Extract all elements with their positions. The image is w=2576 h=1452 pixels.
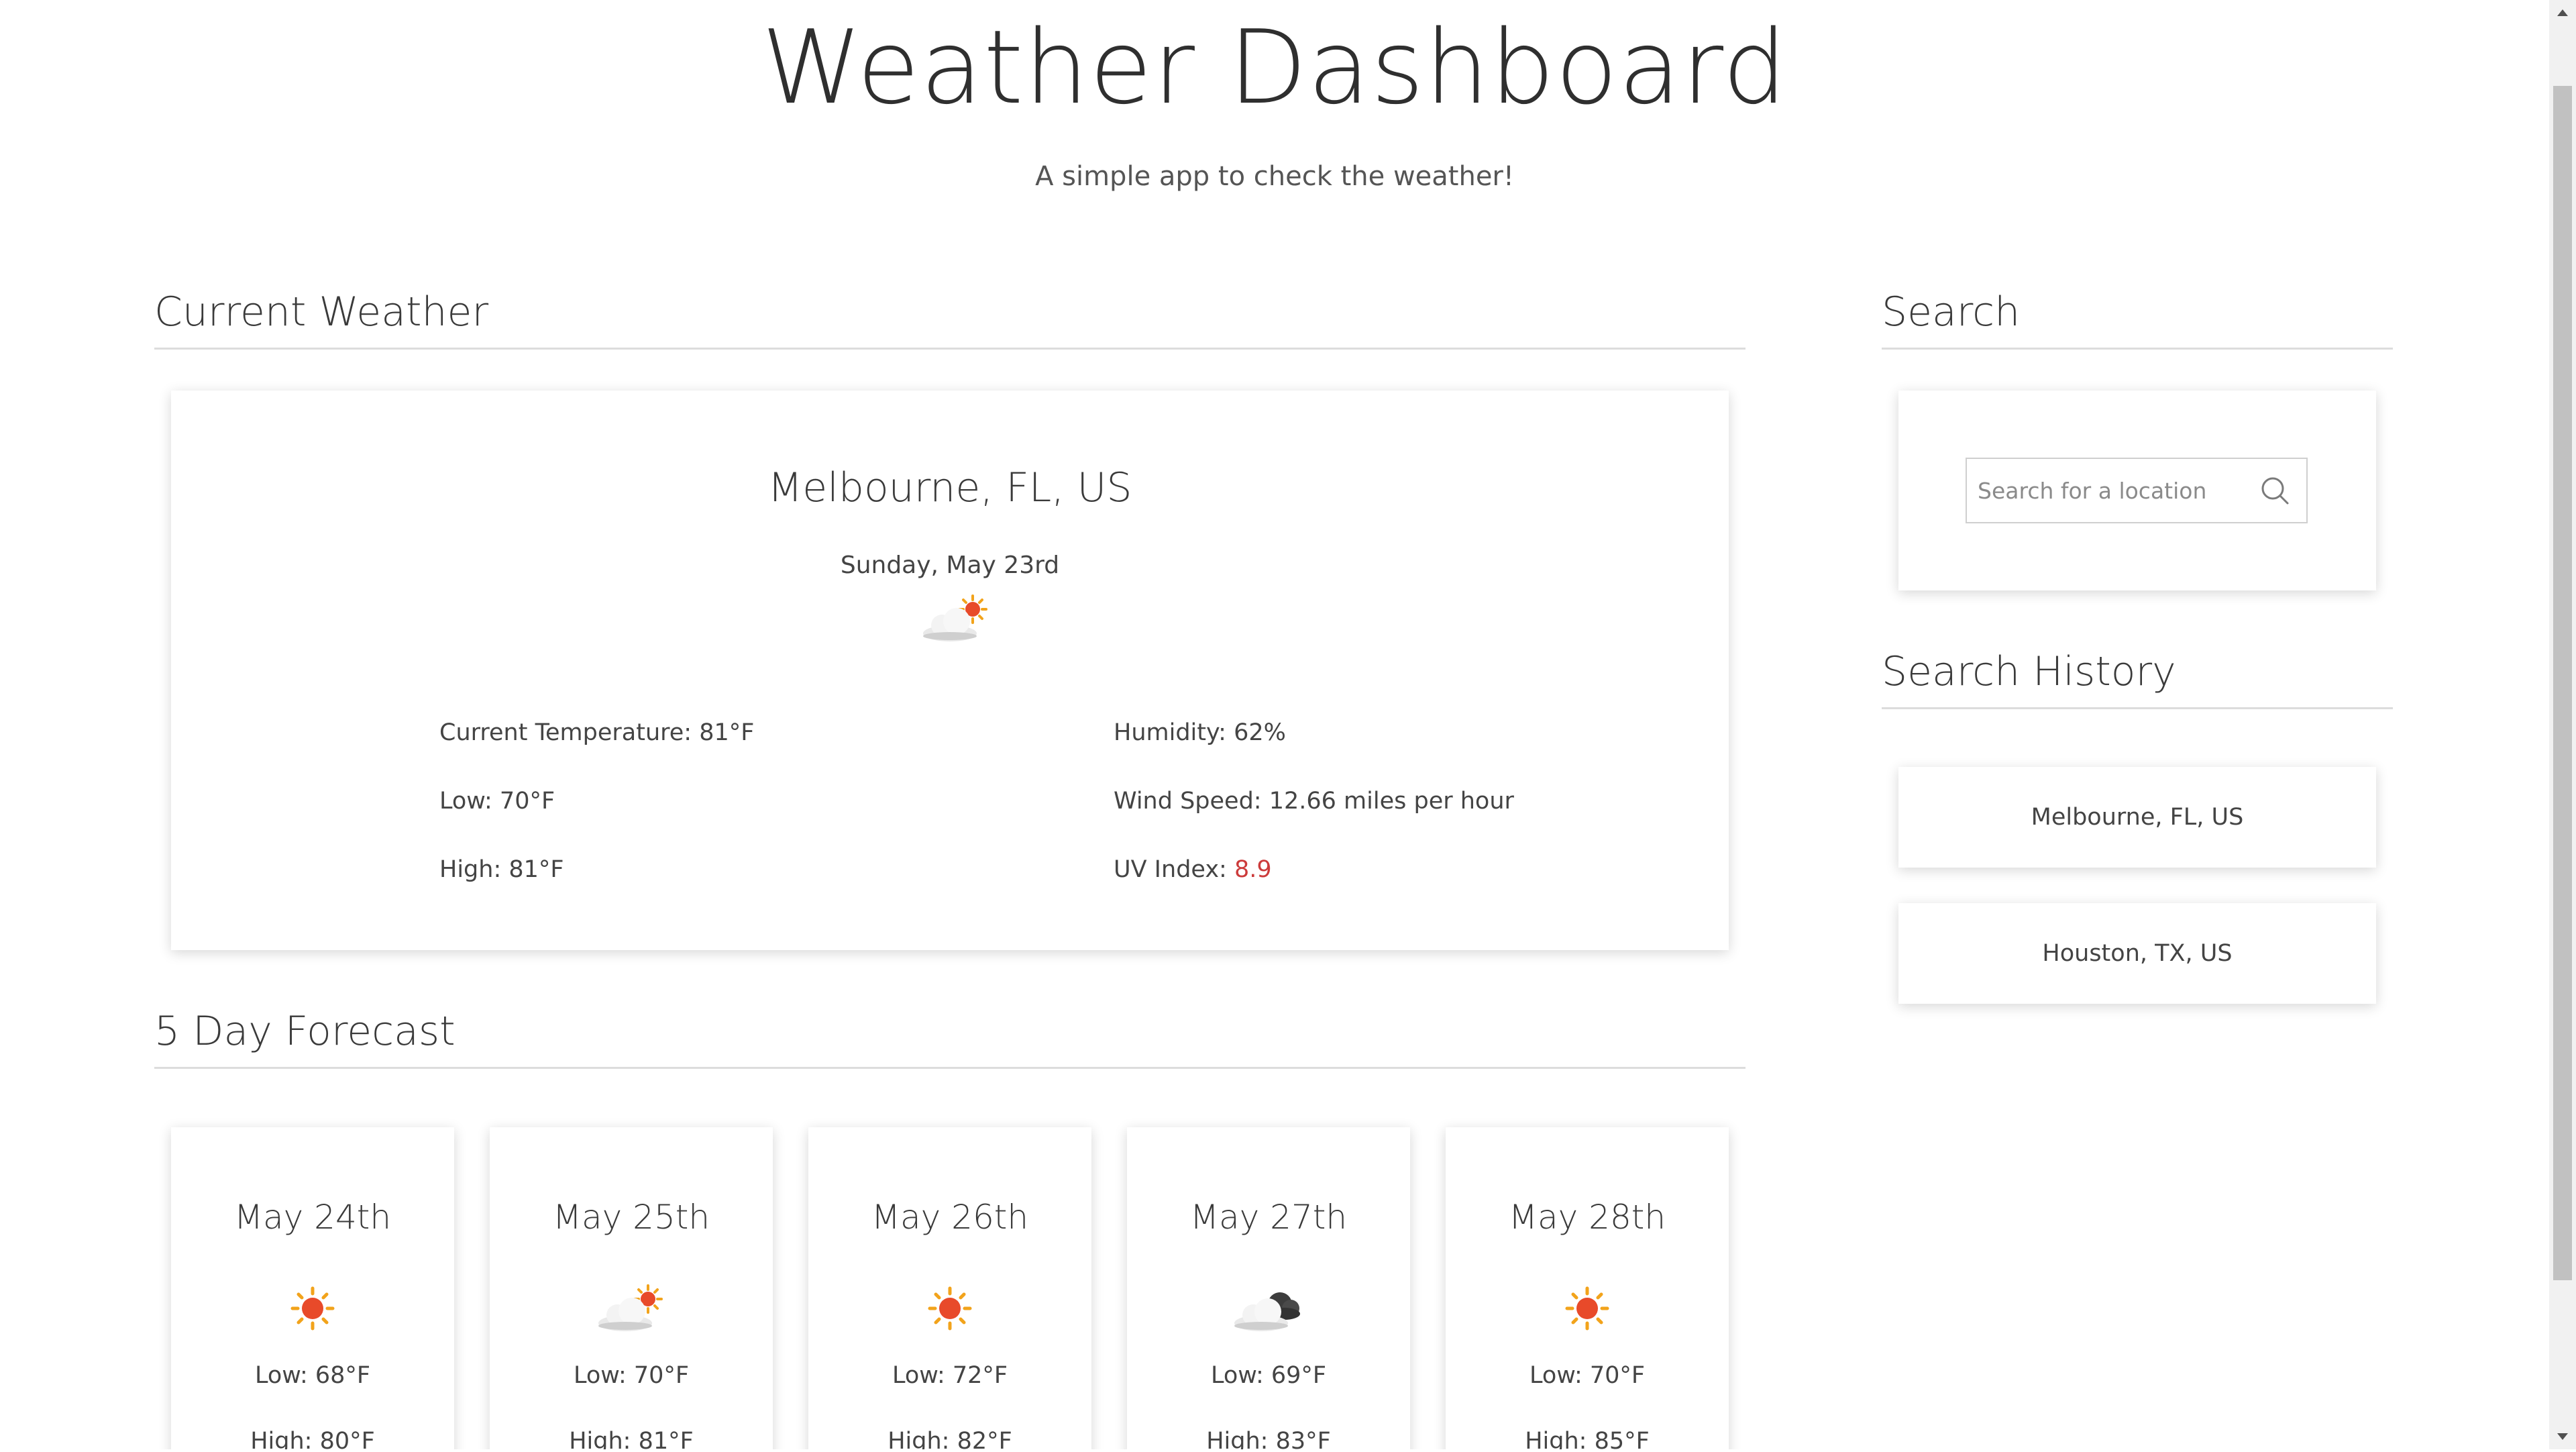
forecast-card: May 24th Low: 68°F High: 80°F	[171, 1127, 454, 1449]
forecast-date: May 27th	[1189, 1198, 1348, 1237]
forecast-date: May 25th	[552, 1198, 710, 1237]
search-input[interactable]	[1967, 459, 2259, 522]
current-date: Sunday, May 23rd	[840, 552, 1060, 579]
partly-cloudy-icon	[594, 1282, 668, 1335]
forecast-high: High: 82°F	[888, 1428, 1012, 1449]
page: Weather Dashboard A simple app to check …	[0, 0, 2549, 1449]
sun-icon	[1550, 1282, 1624, 1335]
current-weather-heading: Current Weather	[154, 289, 1746, 350]
forecast-high: High: 85°F	[1525, 1428, 1650, 1449]
forecast-high: High: 81°F	[569, 1428, 694, 1449]
forecast-card: May 27th Low: 69°F High: 83°F	[1127, 1127, 1410, 1449]
forecast-high: High: 83°F	[1206, 1428, 1331, 1449]
cloudy-icon	[1232, 1282, 1305, 1335]
page-title: Weather Dashboard	[761, 8, 1788, 127]
scroll-down-arrow-icon[interactable]	[2549, 1422, 2576, 1449]
current-high: High: 81°F	[439, 856, 564, 883]
search-box	[1966, 458, 2308, 523]
forecast-high: High: 80°F	[250, 1428, 375, 1449]
forecast-card: May 26th Low: 72°F High: 82°F	[808, 1127, 1091, 1449]
current-city: Melbourne, FL, US	[767, 464, 1132, 511]
current-temperature: Current Temperature: 81°F	[439, 719, 755, 746]
forecast-date: May 26th	[871, 1198, 1029, 1237]
forecast-heading: 5 Day Forecast	[154, 1008, 1746, 1069]
uv-index-label: UV Index:	[1114, 856, 1234, 883]
sun-icon	[276, 1282, 350, 1335]
sun-icon	[913, 1282, 987, 1335]
page-subtitle: A simple app to check the weather!	[1035, 161, 1514, 192]
forecast-low: Low: 69°F	[1210, 1362, 1327, 1389]
forecast-date: May 24th	[233, 1198, 392, 1237]
history-item[interactable]: Melbourne, FL, US	[1898, 767, 2376, 868]
scrollbar-thumb[interactable]	[2553, 86, 2572, 1280]
uv-index-value: 8.9	[1234, 856, 1272, 883]
vertical-scrollbar[interactable]	[2549, 0, 2576, 1449]
forecast-low: Low: 68°F	[254, 1362, 371, 1389]
search-icon[interactable]	[2259, 475, 2292, 507]
current-low: Low: 70°F	[439, 788, 555, 815]
partly-cloudy-icon	[919, 592, 993, 645]
forecast-date: May 28th	[1508, 1198, 1666, 1237]
forecast-low: Low: 70°F	[573, 1362, 690, 1389]
current-wind-speed: Wind Speed: 12.66 miles per hour	[1114, 788, 1514, 815]
forecast-card: May 28th Low: 70°F High: 85°F	[1446, 1127, 1729, 1449]
search-heading: Search	[1882, 289, 2393, 350]
search-card	[1898, 391, 2376, 590]
forecast-low: Low: 72°F	[892, 1362, 1008, 1389]
scroll-up-arrow-icon[interactable]	[2549, 0, 2576, 27]
current-uv-index: UV Index: 8.9	[1114, 856, 1272, 883]
current-humidity: Humidity: 62%	[1114, 719, 1286, 746]
search-history-heading: Search History	[1882, 648, 2393, 709]
forecast-card: May 25th Low: 70°F High: 81°F	[490, 1127, 773, 1449]
forecast-low: Low: 70°F	[1529, 1362, 1646, 1389]
current-weather-card: Melbourne, FL, US Sunday, May 23rd Curre…	[171, 391, 1729, 950]
history-item[interactable]: Houston, TX, US	[1898, 903, 2376, 1004]
